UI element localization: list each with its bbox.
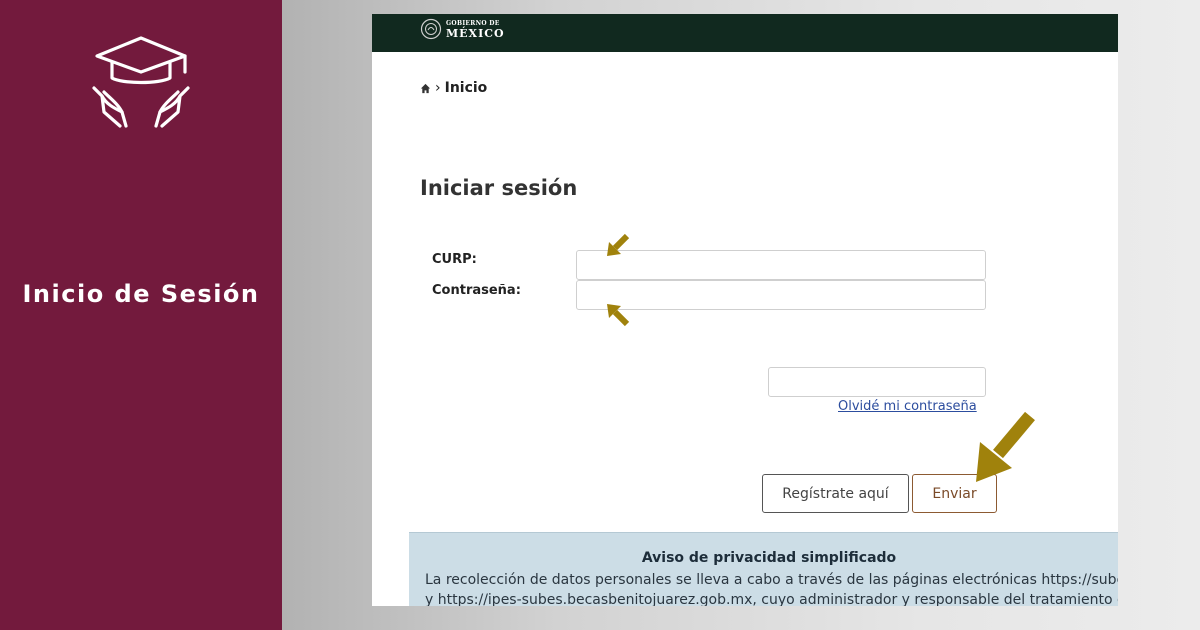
password-arrow-icon [607,304,630,327]
curp-label: CURP: [432,252,477,267]
breadcrumb-item-inicio[interactable]: Inicio [445,80,488,96]
submit-arrow-icon [976,411,1035,482]
breadcrumb-separator: › [435,80,441,96]
panel-title: Inicio de Sesión [22,280,260,308]
gov-header-line2: MÉXICO [446,27,505,40]
graduation-cap-hands-icon [92,36,190,128]
login-screenshot: GOBIERNO DE MÉXICO › Inicio Iniciar sesi… [372,14,1118,606]
register-button[interactable]: Regístrate aquí [762,474,909,513]
curp-input[interactable] [576,250,986,280]
captcha-input[interactable] [768,367,986,397]
password-label: Contraseña: [432,283,521,298]
privacy-notice-line2: y https://ipes-subes.becasbenitojuarez.g… [425,592,1118,606]
privacy-notice: Aviso de privacidad simplificado La reco… [409,532,1118,606]
privacy-notice-text: La recolección de datos personales se ll… [425,570,1118,606]
left-panel: Inicio de Sesión [0,0,282,630]
page-title: Iniciar sesión [420,176,578,200]
password-input[interactable] [576,280,986,310]
privacy-notice-line1: La recolección de datos personales se ll… [425,572,1118,588]
curp-arrow-icon [607,233,630,256]
forgot-password-link[interactable]: Olvidé mi contraseña [838,399,977,414]
privacy-notice-title: Aviso de privacidad simplificado [641,550,897,566]
home-icon[interactable] [420,83,431,94]
breadcrumb: › Inicio [420,80,487,96]
gov-header-line1: GOBIERNO DE [446,20,500,27]
gov-header: GOBIERNO DE MÉXICO [372,14,1118,52]
gov-seal-icon [420,18,442,40]
